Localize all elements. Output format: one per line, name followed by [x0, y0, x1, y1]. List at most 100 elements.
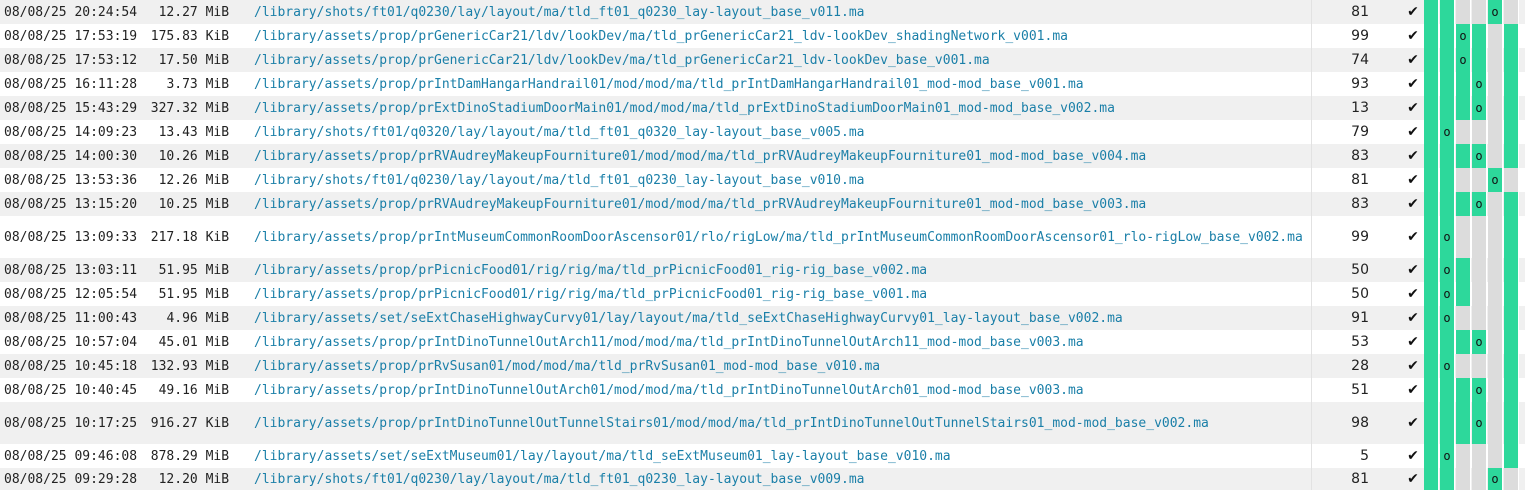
status-cell: [1504, 48, 1519, 72]
status-cell: [1424, 402, 1439, 444]
status-cell: [1440, 378, 1455, 402]
status-cell: [1472, 168, 1487, 192]
table-row[interactable]: 08/08/25 17:53:12 17.50 MiB/library/asset…: [0, 48, 1525, 72]
status-cell: [1504, 72, 1519, 96]
table-row[interactable]: 08/08/25 13:09:33 217.18 KiB/library/asse…: [0, 216, 1525, 258]
file-path-link[interactable]: /library/assets/prop/prRVAudreyMakeupFou…: [254, 144, 1309, 168]
file-path-link[interactable]: /library/shots/ft01/q0320/lay/layout/ma/…: [254, 120, 1309, 144]
status-cell: [1424, 120, 1439, 144]
file-path-link[interactable]: /library/assets/prop/prIntDinoTunnelOutA…: [254, 330, 1309, 354]
timestamp: 08/08/25 10:40:45: [4, 382, 138, 398]
checkmark-icon: ✔: [1407, 76, 1419, 92]
table-row[interactable]: 08/08/25 13:53:36 12.26 MiB/library/shots…: [0, 168, 1525, 192]
count-value: 93: [1351, 76, 1369, 92]
timestamp-size-cell: 08/08/25 10:57:04 45.01 MiB: [4, 330, 254, 354]
table-row[interactable]: 08/08/25 10:40:45 49.16 MiB/library/asset…: [0, 378, 1525, 402]
status-cell: [1472, 120, 1487, 144]
timestamp: 08/08/25 10:57:04: [4, 334, 138, 350]
column-divider: [1311, 0, 1312, 24]
status-cell: [1424, 48, 1439, 72]
count-value: 79: [1351, 124, 1369, 140]
file-path-link[interactable]: /library/assets/set/seExtMuseum01/lay/la…: [254, 444, 1309, 468]
status-cell: [1488, 24, 1503, 48]
count-value: 81: [1351, 471, 1369, 487]
status-cell: [1440, 0, 1455, 24]
table-row[interactable]: 08/08/25 13:15:20 10.25 MiB/library/asset…: [0, 192, 1525, 216]
status-cell: [1504, 120, 1519, 144]
status-cell: [1504, 444, 1519, 468]
table-row[interactable]: 08/08/25 09:46:08 878.29 MiB/library/asse…: [0, 444, 1525, 468]
file-path-link[interactable]: /library/assets/prop/prPicnicFood01/rig/…: [254, 258, 1309, 282]
status-cell: [1424, 24, 1439, 48]
file-size: 12.20 MiB: [158, 471, 230, 487]
status-cell: o: [1456, 24, 1471, 48]
table-row[interactable]: 08/08/25 10:45:18 132.93 MiB/library/asse…: [0, 354, 1525, 378]
table-row[interactable]: 08/08/25 15:43:29 327.32 MiB/library/asse…: [0, 96, 1525, 120]
timestamp-size-cell: 08/08/25 14:09:23 13.43 MiB: [4, 120, 254, 144]
file-path-link[interactable]: /library/shots/ft01/q0230/lay/layout/ma/…: [254, 468, 1309, 490]
table-row[interactable]: 08/08/25 11:00:43 4.96 MiB/library/assets…: [0, 306, 1525, 330]
table-row[interactable]: 08/08/25 17:53:19 175.83 KiB/library/asse…: [0, 24, 1525, 48]
file-size: 51.95 MiB: [158, 286, 230, 302]
status-cell: o: [1488, 168, 1503, 192]
checkmark-icon: ✔: [1407, 262, 1419, 278]
file-path-link[interactable]: /library/assets/prop/prGenericCar21/ldv/…: [254, 48, 1309, 72]
status-cell: [1456, 120, 1471, 144]
file-path-link[interactable]: /library/assets/prop/prRvSusan01/mod/mod…: [254, 354, 1309, 378]
file-path-link[interactable]: /library/assets/prop/prGenericCar21/ldv/…: [254, 24, 1309, 48]
file-size: 132.93 MiB: [150, 358, 230, 374]
status-cell: [1456, 168, 1471, 192]
checkmark-icon: ✔: [1407, 334, 1419, 350]
status-cell: [1504, 282, 1519, 306]
count-value: 81: [1351, 172, 1369, 188]
status-cell: [1488, 216, 1503, 258]
table-row[interactable]: 08/08/25 13:03:11 51.95 MiB/library/asset…: [0, 258, 1525, 282]
checkmark-icon: ✔: [1407, 286, 1419, 302]
timestamp: 08/08/25 12:05:54: [4, 286, 138, 302]
checkmark-icon: ✔: [1407, 310, 1419, 326]
file-path-link[interactable]: /library/assets/prop/prIntMuseumCommonRo…: [254, 216, 1309, 258]
table-row[interactable]: 08/08/25 20:24:54 12.27 MiB/library/shots…: [0, 0, 1525, 24]
timestamp: 08/08/25 20:24:54: [4, 4, 138, 20]
count-value: 83: [1351, 196, 1369, 212]
file-path-link[interactable]: /library/assets/prop/prIntDamHangarHandr…: [254, 72, 1309, 96]
status-cell: [1488, 96, 1503, 120]
status-cell: [1424, 306, 1439, 330]
file-path-link[interactable]: /library/shots/ft01/q0230/lay/layout/ma/…: [254, 0, 1309, 24]
file-path-link[interactable]: /library/shots/ft01/q0230/lay/layout/ma/…: [254, 168, 1309, 192]
status-cell: [1488, 402, 1503, 444]
file-path-link[interactable]: /library/assets/set/seExtChaseHighwayCur…: [254, 306, 1309, 330]
table-row[interactable]: 08/08/25 14:09:23 13.43 MiB/library/shots…: [0, 120, 1525, 144]
status-cell: [1440, 192, 1455, 216]
status-cell: [1440, 402, 1455, 444]
count-value: 83: [1351, 148, 1369, 164]
file-path-link[interactable]: /library/assets/prop/prPicnicFood01/rig/…: [254, 282, 1309, 306]
timestamp: 08/08/25 17:53:12: [4, 52, 138, 68]
file-path-link[interactable]: /library/assets/prop/prIntDinoTunnelOutT…: [254, 402, 1309, 444]
table-row[interactable]: 08/08/25 12:05:54 51.95 MiB/library/asset…: [0, 282, 1525, 306]
file-size: 878.29 MiB: [150, 448, 230, 464]
checkmark-icon: ✔: [1407, 471, 1419, 487]
timestamp-size-cell: 08/08/25 09:29:28 12.20 MiB: [4, 468, 254, 490]
table-row[interactable]: 08/08/25 14:00:30 10.26 MiB/library/asset…: [0, 144, 1525, 168]
checkmark-icon: ✔: [1407, 382, 1419, 398]
column-divider: [1311, 282, 1312, 306]
status-cell: o: [1472, 96, 1487, 120]
status-cell: o: [1472, 72, 1487, 96]
status-cell: [1456, 96, 1471, 120]
table-row[interactable]: 08/08/25 10:17:25 916.27 KiB/library/asse…: [0, 402, 1525, 444]
table-row[interactable]: 08/08/25 16:11:28 3.73 MiB/library/assets…: [0, 72, 1525, 96]
table-row[interactable]: 08/08/25 09:29:28 12.20 MiB/library/shots…: [0, 468, 1525, 490]
file-path-link[interactable]: /library/assets/prop/prRVAudreyMakeupFou…: [254, 192, 1309, 216]
count-value: 50: [1351, 262, 1369, 278]
status-cell: [1456, 378, 1471, 402]
checkmark-icon: ✔: [1407, 448, 1419, 464]
file-size: 13.43 MiB: [158, 124, 230, 140]
table-row[interactable]: 08/08/25 10:57:04 45.01 MiB/library/asset…: [0, 330, 1525, 354]
file-path-link[interactable]: /library/assets/prop/prIntDinoTunnelOutA…: [254, 378, 1309, 402]
file-path-link[interactable]: /library/assets/prop/prExtDinoStadiumDoo…: [254, 96, 1309, 120]
status-cell: [1424, 144, 1439, 168]
status-cell: [1488, 306, 1503, 330]
checkmark-icon: ✔: [1407, 172, 1419, 188]
status-cell: [1440, 330, 1455, 354]
